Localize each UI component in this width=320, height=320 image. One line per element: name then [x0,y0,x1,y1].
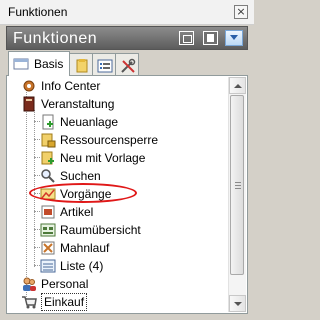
scroll-down-button[interactable] [229,295,246,312]
tab-basis-label: Basis [34,57,64,71]
scroll-up-button[interactable] [229,77,246,94]
pin-icon [230,35,238,40]
tree-item-label: Einkauf [41,293,88,311]
magnifier-icon [40,168,56,184]
tree-item-label: Suchen [60,169,101,183]
tree-item-veranstaltung[interactable]: Veranstaltung [21,95,114,113]
tree-item-label: Neuanlage [60,115,119,129]
tree-item-label: Veranstaltung [41,97,115,111]
restore-panel-button[interactable] [203,31,218,45]
scroll-thumb[interactable] [230,95,244,275]
room-overview-icon [40,222,56,238]
highlight-ellipse [29,183,137,203]
panel-title: Funktionen [13,30,98,47]
tab-list[interactable] [92,53,116,75]
tree-panel: Info Center Veranstaltung Neuanlage Ress… [6,75,248,314]
tree-item-label: Personal [41,277,89,291]
tree-item-label: Artikel [60,205,94,219]
tab-basis[interactable]: Basis [8,51,70,76]
tree-item-label: Mahnlauf [60,241,110,255]
list-icon [40,258,56,274]
pin-panel-button[interactable] [225,30,243,46]
tree-item-label: Liste (4) [60,259,104,273]
close-icon[interactable]: × [234,5,248,19]
tree-item-label: Neu mit Vorlage [60,151,146,165]
tree-item-info-center[interactable]: Info Center [21,77,100,95]
new-document-icon [40,114,56,130]
tree-item-label: Ressourcensperre [60,133,159,147]
tree-item-artikel[interactable]: Artikel [40,203,93,221]
tree-item-personal[interactable]: Personal [21,275,88,293]
tab-strip: Basis [6,51,248,76]
tab-basis-icon [13,58,29,70]
tree-item-neu-mit-vorlage[interactable]: Neu mit Vorlage [40,149,145,167]
tree-item-ressourcensperre[interactable]: Ressourcensperre [40,131,158,149]
book-icon [21,96,37,112]
cart-icon [21,294,37,310]
tree-item-liste[interactable]: Liste (4) [40,257,103,275]
people-icon [21,276,37,292]
tree-item-mahnlauf[interactable]: Mahnlauf [40,239,109,257]
gear-cog-icon [21,78,37,94]
minimize-panel-button[interactable] [179,31,194,45]
tree-item-label: Raumübersicht [60,223,141,237]
tree-item-raumuebersicht[interactable]: Raumübersicht [40,221,141,239]
dunning-icon [40,240,56,256]
tree-item-label: Info Center [41,79,101,93]
lock-folder-icon [40,132,56,148]
folder-tab-icon [76,59,88,73]
tools-tab-icon [121,58,136,73]
tab-tools[interactable] [115,53,139,75]
tree-item-neuanlage[interactable]: Neuanlage [40,113,118,131]
panel-header: Funktionen [6,26,248,50]
tab-folder[interactable] [69,53,93,75]
vertical-scrollbar[interactable] [228,77,246,312]
window-titlebar: Funktionen × [0,0,254,25]
window-title: Funktionen [8,5,68,19]
article-icon [40,204,56,220]
list-tab-icon [97,59,113,73]
tree-item-einkauf[interactable]: Einkauf [21,293,88,311]
template-icon [40,150,56,166]
